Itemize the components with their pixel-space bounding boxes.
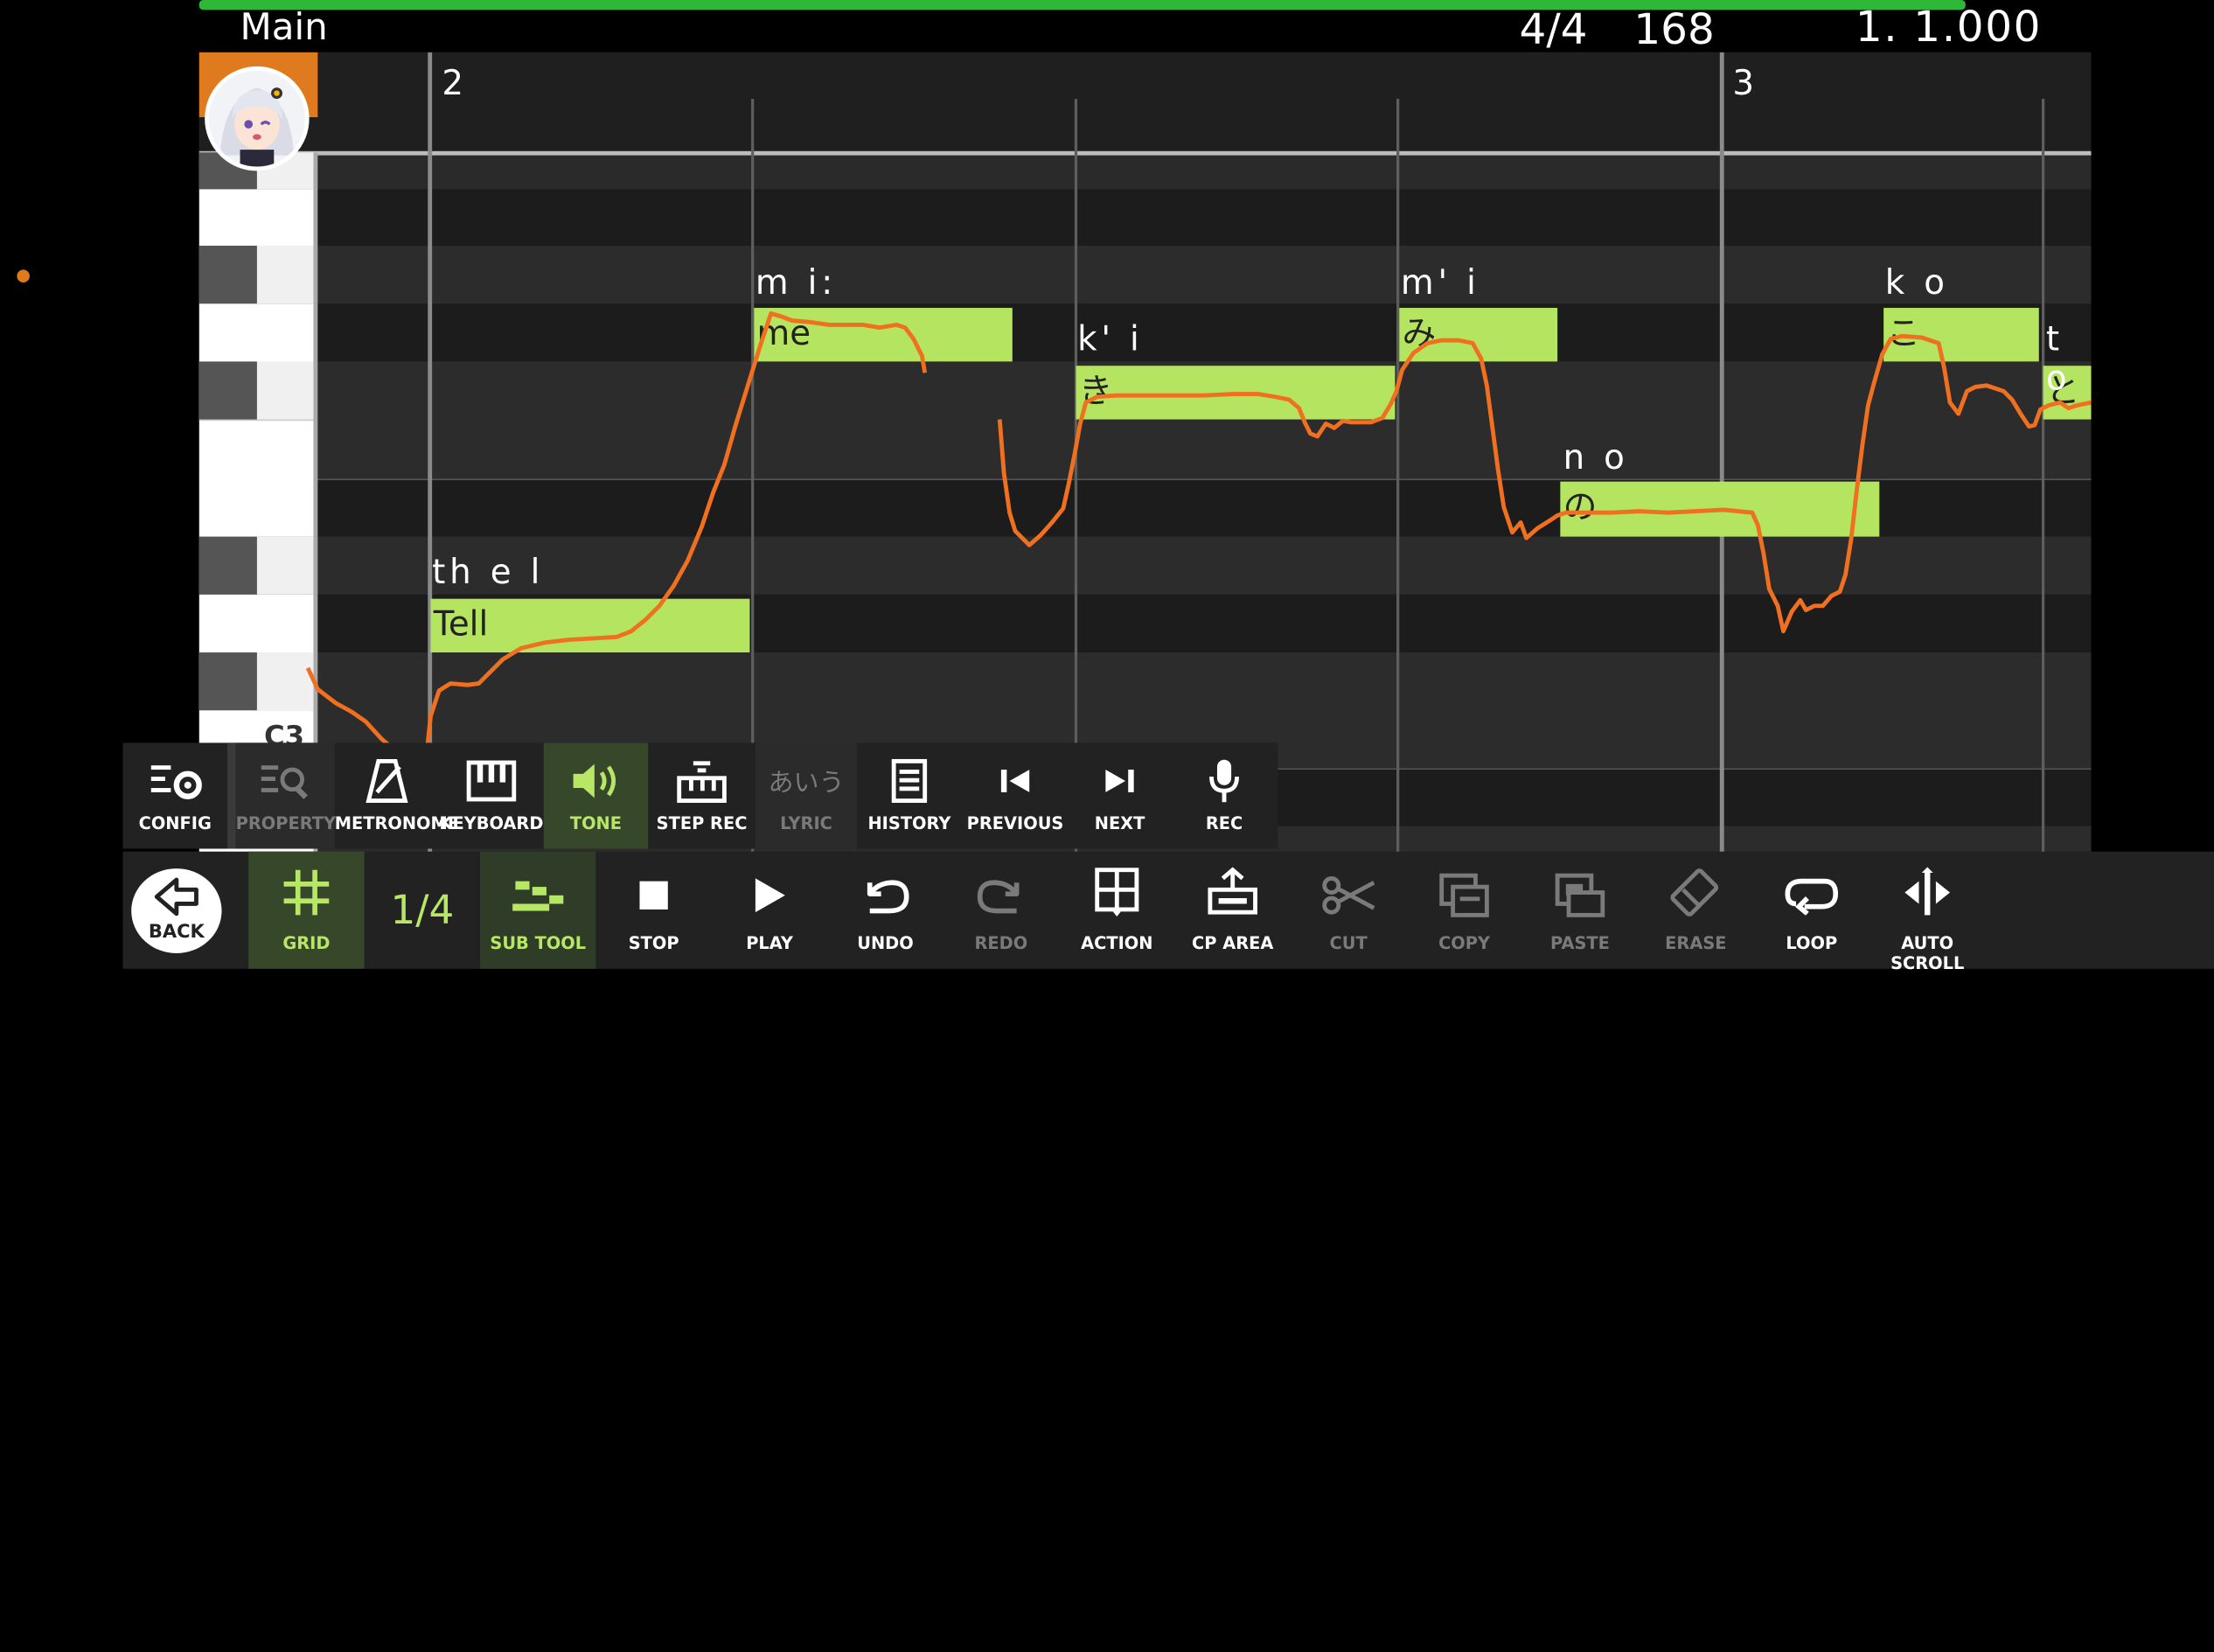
stop-label: STOP <box>628 933 679 953</box>
sub-tool-label: SUB TOOL <box>490 933 587 953</box>
rec-label: REC <box>1205 813 1243 833</box>
erase-label: ERASE <box>1665 933 1727 953</box>
previous-icon <box>1000 770 1030 792</box>
action-icon <box>1095 868 1139 917</box>
grid-value[interactable]: 1/4 <box>365 852 480 969</box>
play-label: PLAY <box>746 933 793 953</box>
redo-icon <box>977 880 1020 914</box>
sub-tool-button[interactable]: SUB TOOL <box>480 851 596 969</box>
metronome-button[interactable]: METRONOME <box>334 742 460 848</box>
sub-toolbar: CONFIG PROPERTY METRONOME KEYBOARD TONE … <box>122 742 1278 849</box>
grid-icon <box>283 869 330 916</box>
step-rec-label: STEP REC <box>656 813 748 833</box>
keyboard-icon <box>466 760 517 802</box>
cut-label: CUT <box>1329 933 1368 953</box>
copy-button[interactable]: COPY <box>1406 852 1521 969</box>
status-dot <box>17 269 30 282</box>
next-icon <box>1105 770 1134 792</box>
grid-label: GRID <box>282 933 331 953</box>
lyric-icon: あいう <box>768 768 845 798</box>
stop-button[interactable]: STOP <box>595 852 711 969</box>
config-label: CONFIG <box>138 813 212 833</box>
history-label: HISTORY <box>867 813 951 833</box>
config-icon <box>150 765 202 799</box>
paste-icon <box>1555 873 1605 917</box>
back-button[interactable]: BACK <box>131 868 222 953</box>
config-button[interactable]: CONFIG <box>122 742 226 848</box>
piano-roll-editor[interactable]: 2 3 C3 Tell th e l me m i: き k' i み m' i… <box>198 52 2092 854</box>
tone-label: TONE <box>569 813 623 833</box>
cp-area-button[interactable]: CP AREA <box>1175 852 1291 969</box>
back-arrow-icon <box>154 877 198 917</box>
lyric-button[interactable]: あいう LYRIC <box>755 742 858 849</box>
lyric-label: LYRIC <box>780 813 832 833</box>
next-label: NEXT <box>1094 813 1145 833</box>
erase-button[interactable]: ERASE <box>1638 852 1753 969</box>
stop-icon <box>639 881 668 910</box>
previous-button[interactable]: PREVIOUS <box>962 742 1069 848</box>
property-icon <box>261 765 308 799</box>
keyboard-button[interactable]: KEYBOARD <box>439 742 543 848</box>
history-button[interactable]: HISTORY <box>857 742 961 848</box>
history-icon <box>891 758 928 804</box>
loop-label: LOOP <box>1786 933 1838 953</box>
loop-icon <box>1785 878 1839 916</box>
sub-tool-icon <box>512 881 564 911</box>
scissors-icon <box>1322 875 1375 915</box>
main-toolbar: BACK GRID 1/4 SUB TOOL STOP PLAY UNDO RE… <box>122 851 2214 973</box>
eraser-icon <box>1670 868 1719 917</box>
undo-button[interactable]: UNDO <box>827 852 943 969</box>
grid-button[interactable]: GRID <box>248 851 365 969</box>
metronome-icon <box>366 758 408 804</box>
property-label: PROPERTY <box>235 813 337 833</box>
cut-button[interactable]: CUT <box>1291 852 1406 969</box>
time-signature[interactable]: 4/4 <box>1520 5 1588 56</box>
playhead-position: 1. 1.000 <box>1855 3 2043 52</box>
paste-button[interactable]: PASTE <box>1522 852 1638 969</box>
undo-icon <box>867 880 909 914</box>
paste-label: PASTE <box>1550 933 1610 953</box>
previous-label: PREVIOUS <box>966 813 1064 833</box>
back-label: BACK <box>148 922 205 944</box>
speaker-icon <box>573 763 616 798</box>
undo-label: UNDO <box>857 933 914 953</box>
track-name[interactable]: Main <box>240 5 328 51</box>
copy-icon <box>1439 873 1489 917</box>
keyboard-label: KEYBOARD <box>439 813 544 833</box>
metronome-label: METRONOME <box>334 813 460 833</box>
action-button[interactable]: ACTION <box>1059 852 1174 969</box>
redo-label: REDO <box>974 933 1028 953</box>
property-button[interactable]: PROPERTY <box>235 742 337 849</box>
auto-scroll-button[interactable]: AUTO SCROLL <box>1869 852 1985 973</box>
microphone-icon <box>1209 759 1239 803</box>
action-label: ACTION <box>1081 933 1153 953</box>
step-rec-button[interactable]: STEP REC <box>648 742 755 848</box>
copy-label: COPY <box>1438 933 1491 953</box>
loop-button[interactable]: LOOP <box>1754 852 1869 969</box>
cp-area-label: CP AREA <box>1192 933 1274 953</box>
next-button[interactable]: NEXT <box>1069 742 1170 848</box>
play-icon <box>755 878 785 913</box>
auto-scroll-label: AUTO SCROLL <box>1890 933 1965 973</box>
tempo[interactable]: 168 <box>1633 5 1714 56</box>
tone-button[interactable]: TONE <box>543 742 649 849</box>
step-rec-icon <box>677 761 727 804</box>
auto-scroll-icon <box>1904 867 1951 916</box>
redo-button[interactable]: REDO <box>943 852 1059 969</box>
cp-area-icon <box>1208 867 1257 915</box>
rec-button[interactable]: REC <box>1171 742 1278 848</box>
pitch-curve[interactable] <box>199 52 2092 854</box>
play-button[interactable]: PLAY <box>712 852 827 969</box>
